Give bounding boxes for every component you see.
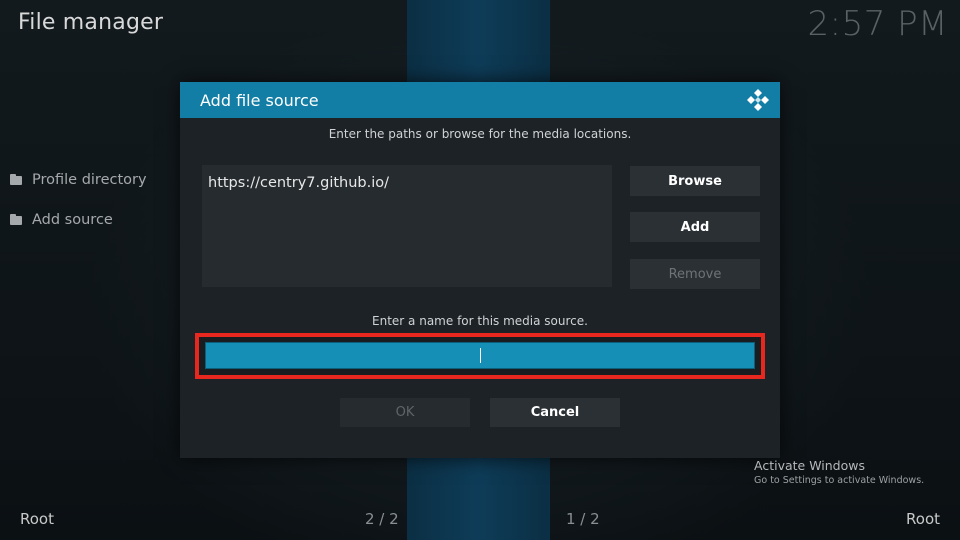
dialog-title: Add file source: [200, 90, 319, 110]
remove-button[interactable]: Remove: [630, 259, 760, 289]
watermark-subtitle: Go to Settings to activate Windows.: [754, 475, 925, 486]
source-list: Profile directory Add source: [10, 170, 147, 250]
path-list-item[interactable]: https://centry7.github.io/: [208, 175, 606, 191]
footer-left-page: 2 / 2: [365, 510, 399, 528]
watermark-title: Activate Windows: [754, 458, 865, 473]
paths-instruction: Enter the paths or browse for the media …: [328, 127, 632, 141]
add-file-source-dialog: Add file source Enter the paths or brows…: [180, 82, 780, 458]
add-button[interactable]: Add: [630, 212, 760, 242]
footer-right-page: 1 / 2: [566, 510, 600, 528]
browse-button[interactable]: Browse: [630, 166, 760, 196]
source-name-input[interactable]: [205, 342, 755, 369]
ok-button[interactable]: OK: [340, 398, 470, 427]
list-item-add-source[interactable]: Add source: [10, 210, 147, 230]
folder-icon: [10, 213, 22, 225]
path-list[interactable]: https://centry7.github.io/: [202, 165, 612, 287]
dialog-header: Add file source: [180, 82, 780, 118]
list-item-label: Add source: [32, 212, 113, 228]
footer-right-label: Root: [906, 510, 940, 528]
footer-left-label: Root: [20, 510, 54, 528]
list-item-label: Profile directory: [32, 172, 147, 188]
activation-watermark: Activate Windows Go to Settings to activ…: [754, 458, 924, 486]
name-instruction: Enter a name for this media source.: [372, 314, 588, 328]
page-title: File manager: [18, 10, 164, 35]
kodi-logo-icon: [747, 89, 769, 111]
cancel-button[interactable]: Cancel: [490, 398, 620, 427]
clock: 2:57 PM: [807, 4, 948, 44]
folder-icon: [10, 173, 22, 185]
name-field-highlight: [195, 333, 765, 379]
list-item-profile-directory[interactable]: Profile directory: [10, 170, 147, 190]
text-caret: [480, 348, 481, 363]
